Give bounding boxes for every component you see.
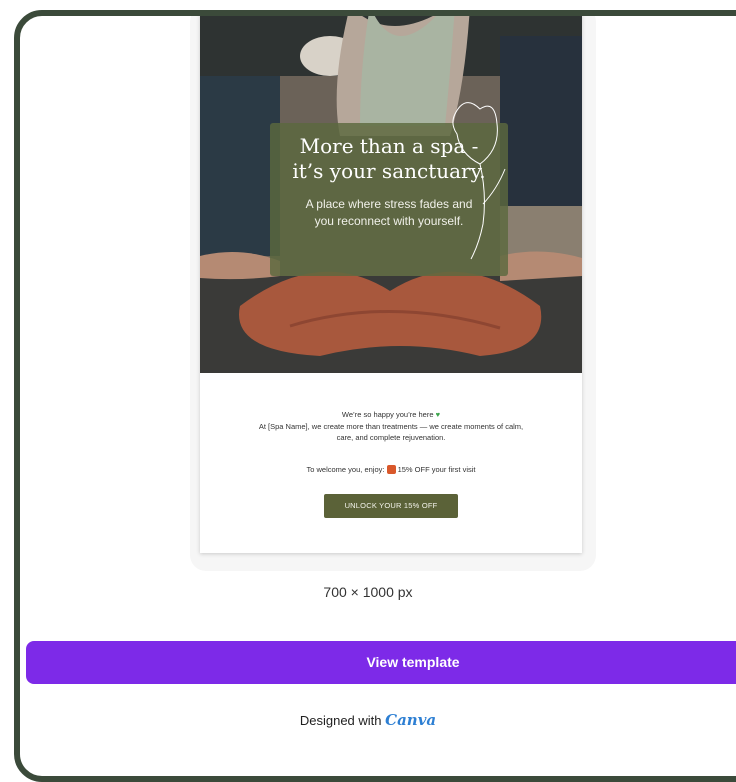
offer-line: To welcome you, enjoy: 15% OFF your firs… bbox=[200, 465, 582, 474]
intro-text-line-2: care, and complete rejuvenation. bbox=[336, 433, 446, 442]
unlock-offer-button[interactable]: UNLOCK YOUR 15% OFF bbox=[324, 494, 458, 518]
offer-prefix: To welcome you, enjoy: bbox=[306, 465, 385, 474]
template-dimensions: 700 × 1000 px bbox=[323, 584, 413, 600]
email-template-preview[interactable]: More than a spa - it’s your sanctuary. A… bbox=[200, 16, 582, 553]
offer-text: 15% OFF your first visit bbox=[397, 465, 476, 474]
gift-icon bbox=[386, 465, 396, 474]
designed-with-label: Designed with bbox=[299, 713, 382, 728]
welcome-message: We’re so happy you’re here ♥ At [Spa Nam… bbox=[200, 409, 582, 444]
view-template-button[interactable]: View template bbox=[26, 641, 736, 684]
greeting-text: We’re so happy you’re here bbox=[341, 410, 434, 419]
view-template-label: View template bbox=[366, 654, 460, 670]
canva-logo[interactable]: Canva bbox=[385, 711, 436, 729]
designed-with-credit: Designed with Canva bbox=[0, 711, 736, 729]
intro-text-line-1: At [Spa Name], we create more than treat… bbox=[258, 421, 524, 431]
tulip-line-art-icon bbox=[452, 102, 506, 260]
green-heart-icon: ♥ bbox=[435, 410, 441, 419]
